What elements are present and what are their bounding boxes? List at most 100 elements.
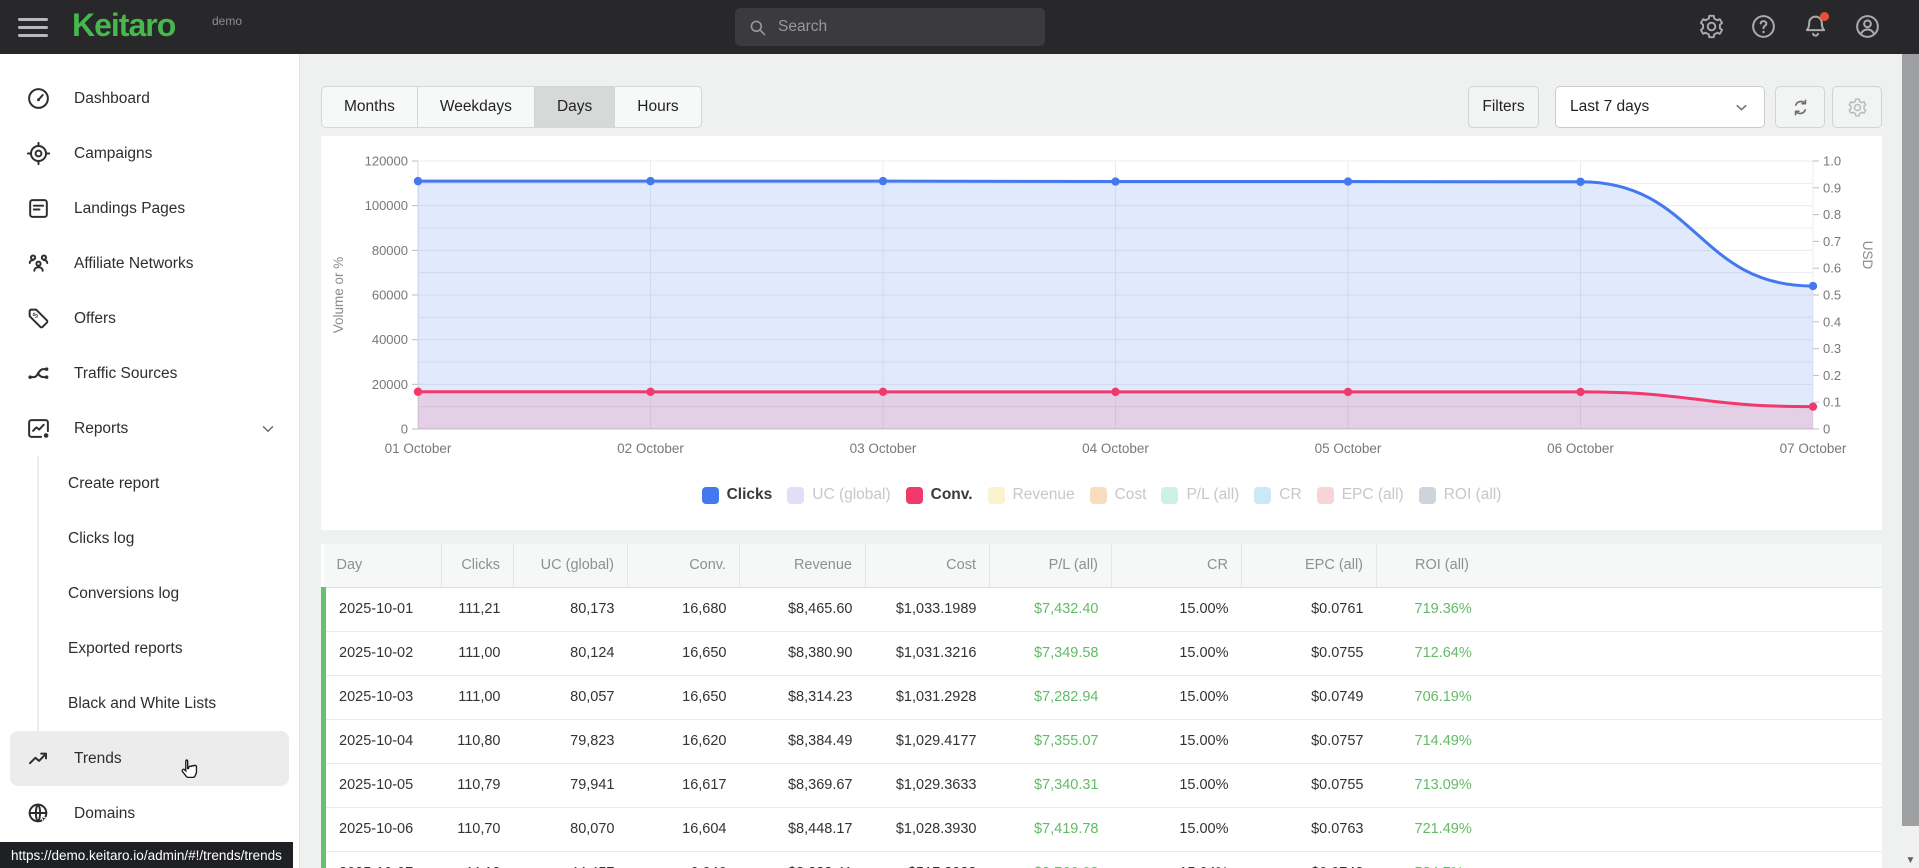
legend-item-clicks[interactable]: Clicks: [701, 486, 772, 504]
legend-item-uc-global[interactable]: UC (global): [787, 486, 891, 504]
global-search[interactable]: [735, 8, 1045, 46]
column-header-uc-global[interactable]: UC (global): [513, 544, 628, 588]
cell-cr: 15.00%: [1111, 807, 1242, 852]
legend-swatch: [1316, 486, 1334, 504]
svg-text:0: 0: [1823, 422, 1830, 437]
cell-conv: 16,650: [627, 675, 740, 720]
column-header-clicks[interactable]: Clicks: [441, 544, 514, 588]
legend-item-p-l-all[interactable]: P/L (all): [1161, 486, 1239, 504]
search-input[interactable]: [778, 18, 1032, 36]
sidebar-item-label: Reports: [74, 419, 129, 437]
app-logo[interactable]: Keitaro: [72, 7, 176, 44]
sidebar-subitem-create-report[interactable]: Create report: [0, 456, 299, 511]
user-icon: [1855, 15, 1879, 38]
cell-revenue: $8,465.60: [739, 587, 866, 632]
sidebar-item-label: Offers: [74, 309, 116, 327]
hamburger-menu-button[interactable]: [18, 13, 48, 41]
sidebar-item-affiliate-networks[interactable]: Affiliate Networks: [0, 236, 299, 291]
tab-days[interactable]: Days: [534, 87, 616, 127]
scrollbar-thumb[interactable]: [1902, 54, 1919, 826]
cell-uc-global: 80,057: [513, 675, 628, 720]
legend-label: Revenue: [1012, 486, 1075, 503]
legend-label: Cost: [1114, 486, 1147, 503]
tab-hours[interactable]: Hours: [615, 87, 700, 127]
sidebar-item-label: Affiliate Networks: [74, 254, 194, 272]
column-header-conv[interactable]: Conv.: [627, 544, 740, 588]
sidebar-subitem-label: Clicks log: [68, 529, 135, 547]
cell-uc-global: 80,070: [513, 807, 628, 852]
sidebar-item-trends[interactable]: Trends: [10, 731, 289, 786]
column-header-p-l-all[interactable]: P/L (all): [989, 544, 1112, 588]
sidebar-item-label: Domains: [74, 804, 136, 822]
legend-item-epc-all[interactable]: EPC (all): [1316, 486, 1404, 504]
refresh-button[interactable]: [1775, 86, 1825, 128]
cell-p-l-all: $2,766.02: [989, 851, 1112, 868]
chevron-down-icon: [259, 420, 277, 438]
legend-item-conv[interactable]: Conv.: [905, 486, 973, 504]
settings-gear-button[interactable]: [1697, 13, 1725, 41]
legend-item-roi-all[interactable]: ROI (all): [1418, 486, 1501, 504]
sidebar-item-reports[interactable]: Reports: [0, 401, 299, 456]
svg-text:03 October: 03 October: [850, 441, 917, 456]
cell-cost: $1,033.1989: [865, 587, 990, 632]
cell-cr: 15.04%: [1111, 851, 1242, 868]
cell-epc-all: $0.0749: [1241, 675, 1377, 720]
chart-settings-button[interactable]: [1832, 86, 1882, 128]
cell-conv: 16,620: [627, 719, 740, 764]
sidebar-item-offers[interactable]: $ Offers: [0, 291, 299, 346]
sidebar-subitem-label: Conversions log: [68, 584, 180, 602]
filters-button[interactable]: Filters: [1468, 86, 1539, 128]
tab-months[interactable]: Months: [322, 87, 418, 127]
sidebar-item-domains[interactable]: Domains: [0, 786, 299, 841]
cell-clicks: 111,00: [441, 675, 514, 720]
sidebar-subitem-exported-reports[interactable]: Exported reports: [0, 621, 299, 676]
user-account-button[interactable]: [1853, 13, 1881, 41]
sidebar-item-landings-pages[interactable]: Landings Pages: [0, 181, 299, 236]
browser-status-bar: https://demo.keitaro.io/admin/#!/trends/…: [0, 842, 293, 868]
offers-icon: $: [26, 306, 51, 331]
column-header-revenue[interactable]: Revenue: [739, 544, 866, 588]
svg-text:05 October: 05 October: [1315, 441, 1382, 456]
legend-swatch: [1089, 486, 1107, 504]
page-scrollbar[interactable]: ▼: [1902, 54, 1919, 868]
help-icon: [1751, 15, 1775, 38]
column-header-cost[interactable]: Cost: [865, 544, 990, 588]
sidebar-item-campaigns[interactable]: Campaigns: [0, 126, 299, 181]
chevron-down-icon: [1736, 104, 1747, 110]
sidebar-subitem-clicks-log[interactable]: Clicks log: [0, 511, 299, 566]
column-header-day[interactable]: Day: [323, 544, 442, 588]
svg-text:120000: 120000: [365, 154, 408, 169]
legend-item-cost[interactable]: Cost: [1089, 486, 1147, 504]
legend-item-cr[interactable]: CR: [1254, 486, 1302, 504]
column-header-epc-all[interactable]: EPC (all): [1241, 544, 1377, 588]
scrollbar-down-arrow[interactable]: ▼: [1902, 855, 1919, 866]
cell-roi-all: 712.64%: [1376, 631, 1882, 676]
legend-swatch: [987, 486, 1005, 504]
cell-roi-all: 714.49%: [1376, 719, 1882, 764]
tab-weekdays[interactable]: Weekdays: [418, 87, 535, 127]
column-header-cr[interactable]: CR: [1111, 544, 1242, 588]
sidebar-subitem-black-and-white-lists[interactable]: Black and White Lists: [0, 676, 299, 731]
help-button[interactable]: [1749, 13, 1777, 41]
sidebar-item-traffic-sources[interactable]: Traffic Sources: [0, 346, 299, 401]
svg-text:20000: 20000: [372, 377, 408, 392]
cell-day: 2025-10-06: [321, 807, 442, 852]
cell-epc-all: $0.0763: [1241, 807, 1377, 852]
cell-clicks: 44,19: [441, 851, 514, 868]
svg-text:0.7: 0.7: [1823, 234, 1841, 249]
legend-item-revenue[interactable]: Revenue: [987, 486, 1075, 504]
cell-roi-all: 719.36%: [1376, 587, 1882, 632]
sidebar-subitem-label: Black and White Lists: [68, 694, 217, 712]
refresh-icon: [1794, 98, 1806, 116]
sidebar-subitem-conversions-log[interactable]: Conversions log: [0, 566, 299, 621]
cell-p-l-all: $7,349.58: [989, 631, 1112, 676]
svg-text:80000: 80000: [372, 243, 408, 258]
cell-cost: $517.3923: [865, 851, 990, 868]
notifications-button[interactable]: [1801, 12, 1829, 41]
column-header-roi-all[interactable]: ROI (all): [1376, 544, 1882, 588]
cell-uc-global: 79,823: [513, 719, 628, 764]
sidebar-item-dashboard[interactable]: Dashboard: [0, 71, 299, 126]
reports-icon: [26, 416, 51, 441]
cell-cost: $1,029.3633: [865, 763, 990, 808]
date-range-select[interactable]: Last 7 days: [1555, 86, 1765, 128]
